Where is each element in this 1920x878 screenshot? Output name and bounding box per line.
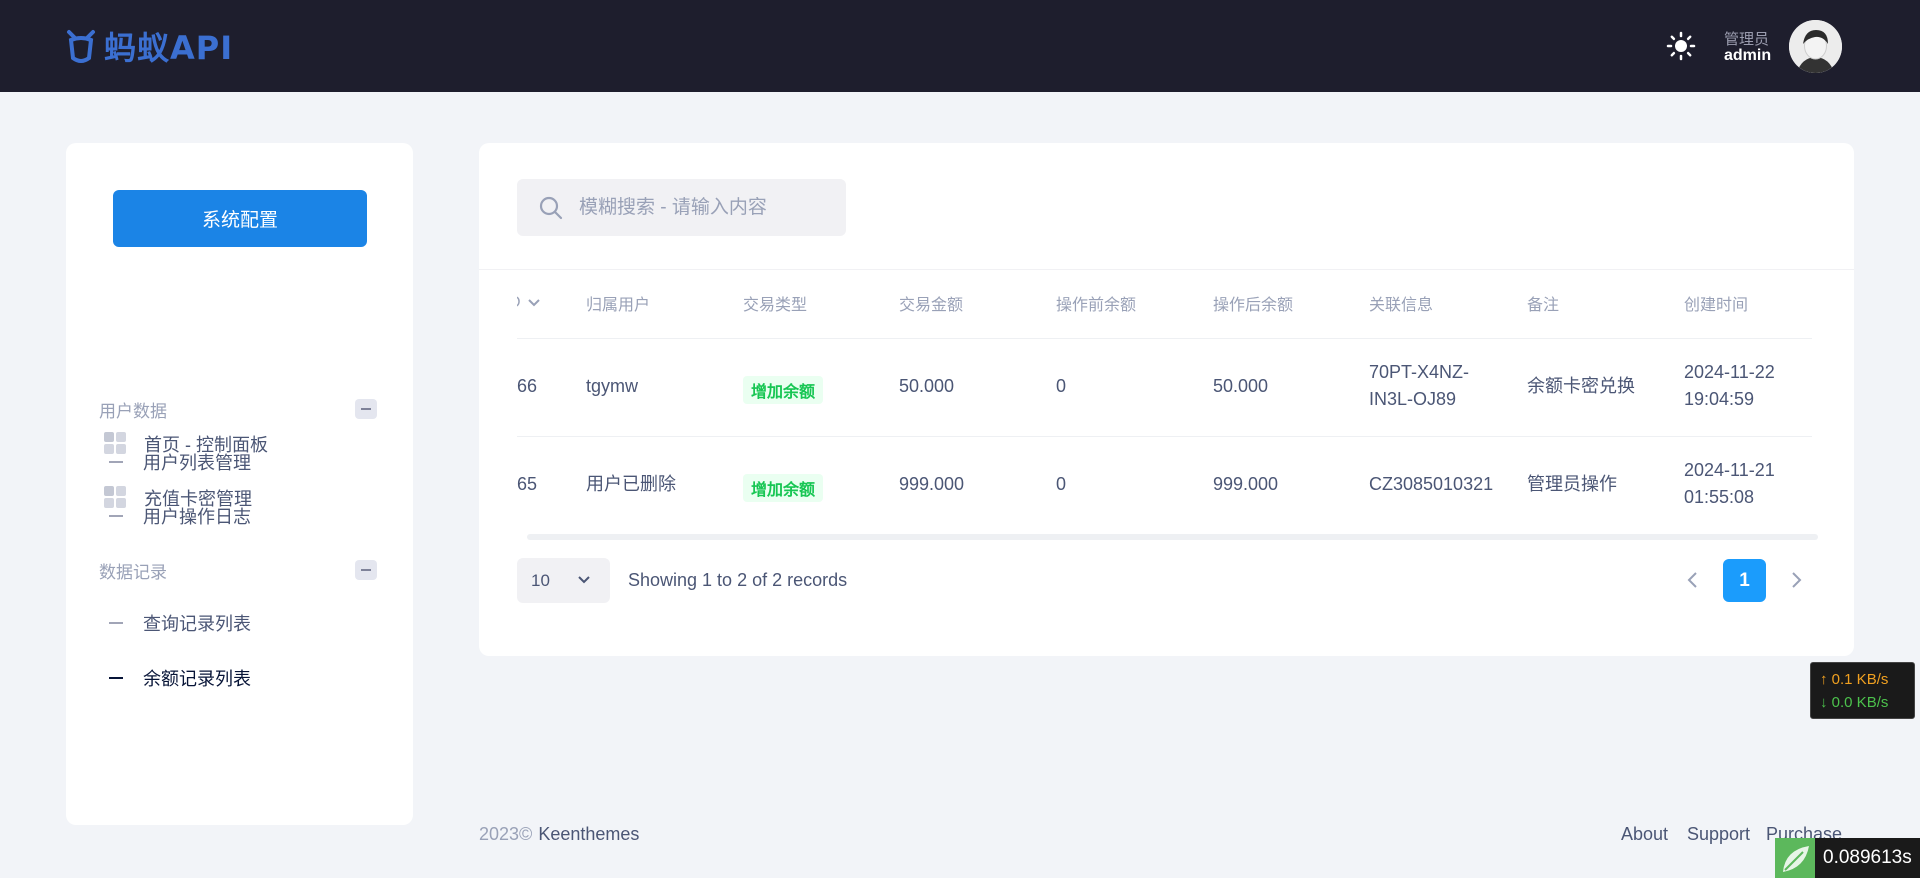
dash-icon [109,677,123,679]
cell-id: 66 [517,376,538,396]
search-input[interactable] [579,196,819,219]
search-icon [539,196,563,219]
footer-copyright: 2023© Keenthemes [479,824,640,844]
system-config-button[interactable]: 系统配置 [113,190,367,247]
sidebar-item-user-list[interactable]: 用户列表管理 [104,447,251,477]
row-divider [517,436,1812,437]
cell-ref: CZ3085010321 [1369,474,1494,494]
section-user-data[interactable]: 用户数据 [99,396,377,422]
cell-date: 2024-11-21 [1684,460,1775,480]
cell-ref-line2: IN3L-OJ89 [1369,389,1457,409]
section-title: 用户数据 [99,401,167,421]
cell-user: 用户已删除 [586,474,676,494]
cell-after: 50.000 [1213,376,1269,396]
collapse-icon[interactable] [355,399,377,419]
divider [479,269,1854,270]
records-info: Showing 1 to 2 of 2 records [628,570,848,590]
column-header-id[interactable]: D [517,293,567,313]
collapse-icon[interactable] [355,560,377,580]
cell-user: tgymw [586,376,639,396]
cell-note: 管理员操作 [1527,474,1617,494]
sidebar-item-balance-records[interactable]: 余额记录列表 [104,663,251,693]
chevron-left-icon[interactable] [1681,568,1705,592]
cell-amount: 999.000 [899,474,965,494]
cell-amount: 50.000 [899,376,955,396]
column-header-after[interactable]: 操作后余额 [1213,293,1293,314]
cell-date: 2024-11-22 [1684,362,1775,382]
sidebar-item-label: 查询记录列表 [143,614,251,634]
sidebar-item-label: 用户操作日志 [143,507,251,527]
logo-text: 蚂蚁API [104,29,234,67]
logo-icon [67,30,95,63]
column-header-ref[interactable]: 关联信息 [1369,293,1433,314]
column-header-type[interactable]: 交易类型 [743,293,807,314]
upload-speed: ↑ 0.1 KB/s [1820,671,1889,688]
sidebar-item-label: 用户列表管理 [143,453,251,473]
page-size-value: 10 [531,570,550,590]
page-button-current[interactable]: 1 [1723,559,1766,602]
status-badge: 增加余额 [743,376,824,404]
cell-before: 0 [1056,376,1067,396]
footer-brand-link[interactable]: Keenthemes [538,824,639,844]
dash-icon [109,622,123,624]
user-name: admin [1724,47,1772,64]
sort-chevron-icon [527,299,540,307]
page-size-select[interactable]: 10 [517,558,610,603]
net-speed-widget: ↑ 0.1 KB/s ↓ 0.0 KB/s [1810,662,1915,719]
column-header-amount[interactable]: 交易金额 [899,293,963,314]
column-header-before[interactable]: 操作前余额 [1056,293,1136,314]
footer-link-about[interactable]: About [1621,824,1668,845]
cell-ref-line1: 70PT-X4NZ- [1369,362,1470,382]
cell-after: 999.000 [1213,474,1279,494]
status-badge: 增加余额 [743,474,824,502]
footer-link-support[interactable]: Support [1687,824,1750,845]
cell-id: 65 [517,474,538,494]
sidebar-item-query-records[interactable]: 查询记录列表 [104,608,251,638]
timer-value: 0.089613s [1823,847,1912,868]
avatar[interactable] [1789,20,1842,73]
column-header-created[interactable]: 创建时间 [1684,293,1748,314]
chevron-right-icon[interactable] [1784,568,1808,592]
download-speed: ↓ 0.0 KB/s [1820,694,1889,711]
dash-icon [109,461,123,463]
user-role: 管理员 [1724,31,1770,48]
cell-before: 0 [1056,474,1067,494]
dash-icon [109,515,123,517]
cell-time: 01:55:08 [1684,487,1755,507]
chevron-down-icon [578,576,590,584]
sun-icon[interactable] [1666,31,1696,61]
horizontal-scrollbar[interactable] [527,534,1818,540]
cell-time: 19:04:59 [1684,389,1755,409]
top-header: 蚂蚁API 管理员 admin [0,0,1920,92]
user-avatar-icon [1789,20,1842,73]
sidebar: 系统配置 首页 - 控制面板 充值卡密管理 [66,143,413,825]
sidebar-item-label: 余额记录列表 [143,669,251,689]
sidebar-item-user-logs[interactable]: 用户操作日志 [104,501,251,531]
column-header-note[interactable]: 备注 [1527,293,1559,314]
search-box[interactable] [517,179,846,236]
section-title: 数据记录 [99,562,167,582]
row-divider [517,338,1812,339]
page-timer: 0.089613s [1775,838,1920,878]
cell-note: 余额卡密兑换 [1527,376,1635,396]
records-card: D 归属用户 交易类型 交易金额 操作前余额 操作后余额 关联信息 备注 创建时… [479,143,1854,656]
column-header-user[interactable]: 归属用户 [586,293,650,314]
section-data-records[interactable]: 数据记录 [99,557,377,583]
app-logo[interactable]: 蚂蚁API [66,26,234,67]
leaf-icon [1775,838,1815,878]
